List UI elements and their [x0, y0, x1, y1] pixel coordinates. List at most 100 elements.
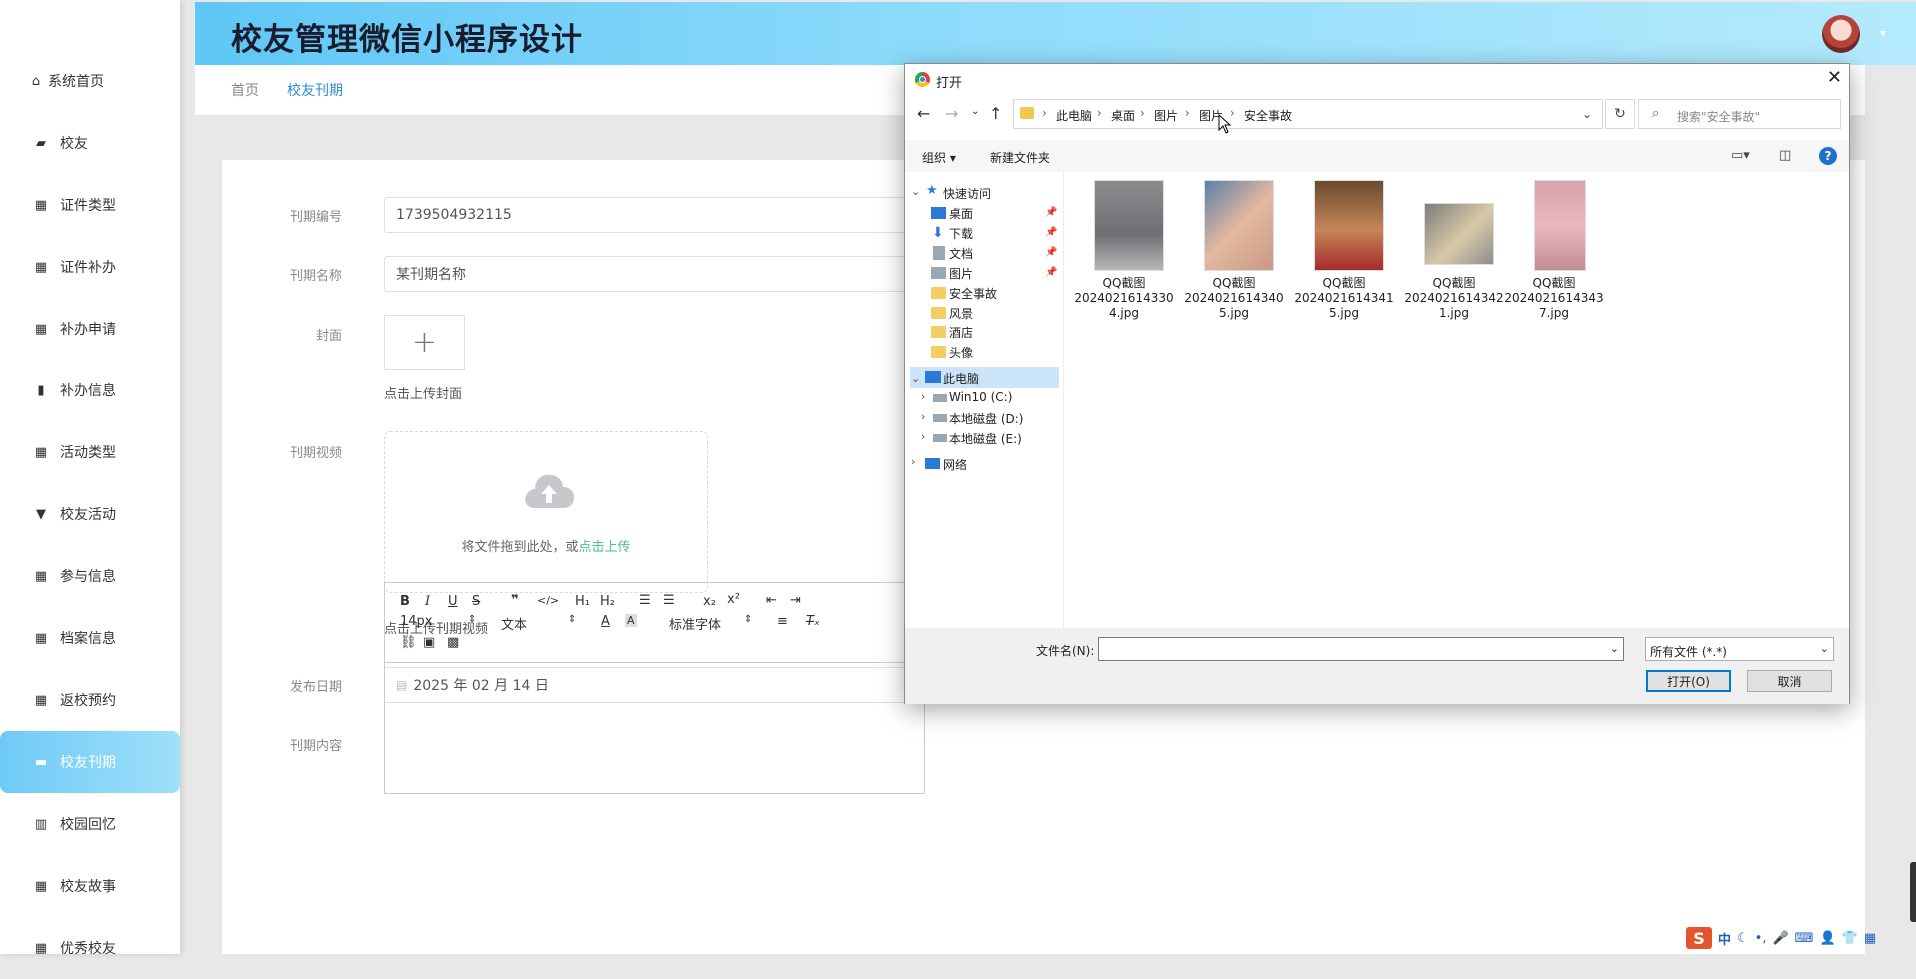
path-segment[interactable]: 桌面	[1111, 107, 1135, 124]
sidebar-item[interactable]: ▰ 校友	[0, 112, 180, 174]
sidebar-item[interactable]: ▼ 校友活动	[0, 483, 180, 545]
path-segment[interactable]: 此电脑	[1056, 107, 1092, 124]
cancel-button[interactable]: 取消	[1747, 670, 1832, 692]
file-item[interactable]	[1309, 180, 1384, 272]
file-name[interactable]: QQ截图 2024021614343 7.jpg	[1504, 276, 1604, 321]
text-type-caret-icon[interactable]: ⇕	[568, 614, 576, 625]
chevron-down-icon[interactable]: ⌄	[1610, 642, 1619, 655]
sidebar-item[interactable]: ▬ 校友刊期	[0, 731, 180, 793]
h1-icon[interactable]: H₁	[575, 594, 590, 609]
clear-format-icon[interactable]: T̶ₓ	[806, 614, 820, 629]
video-icon[interactable]: ▩	[447, 635, 459, 650]
link-icon[interactable]: ⛓	[400, 635, 417, 650]
skin-icon[interactable]: 👕	[1842, 931, 1858, 946]
underline-icon[interactable]: U	[448, 594, 458, 609]
forward-arrow-icon[interactable]: →	[945, 104, 958, 123]
ordered-list-icon[interactable]: ☰	[639, 593, 651, 608]
tree-drive[interactable]: 本地磁盘 (D:)	[949, 410, 1023, 427]
preview-pane-icon[interactable]: ◫	[1779, 148, 1791, 163]
tree-drive[interactable]: 本地磁盘 (E:)	[949, 430, 1022, 447]
sidebar-item[interactable]: ▦ 参与信息	[0, 545, 180, 607]
file-item[interactable]	[1199, 180, 1274, 272]
indent-icon[interactable]: ⇥	[790, 593, 801, 608]
file-name[interactable]: QQ截图 2024021614341 5.jpg	[1294, 276, 1394, 321]
tree-item[interactable]: 桌面	[949, 205, 973, 222]
text-type-select[interactable]: 文本	[501, 614, 527, 633]
click-upload-link[interactable]: 点击上传	[579, 540, 631, 555]
open-button[interactable]: 打开(O)	[1646, 670, 1731, 692]
help-icon[interactable]: ?	[1819, 147, 1837, 165]
video-dropzone[interactable]: 将文件拖到此处，或点击上传	[384, 431, 708, 593]
apps-icon[interactable]: ▦	[1864, 931, 1876, 946]
bold-icon[interactable]: B	[400, 594, 410, 609]
up-arrow-icon[interactable]: ↑	[989, 104, 1002, 123]
sidebar-item[interactable]: ▦ 活动类型	[0, 421, 180, 483]
user-avatar[interactable]	[1822, 15, 1860, 53]
breadcrumb-home[interactable]: 首页	[231, 80, 259, 100]
superscript-icon[interactable]: x²	[727, 592, 740, 607]
subscript-icon[interactable]: x₂	[703, 594, 716, 609]
quote-icon[interactable]: ❞	[511, 593, 519, 608]
strike-icon[interactable]: S	[472, 594, 480, 609]
sidebar-item[interactable]: ⌂ 系统首页	[0, 50, 180, 112]
h2-icon[interactable]: H₂	[600, 594, 615, 609]
file-item[interactable]	[1419, 203, 1494, 265]
filetype-select[interactable]: 所有文件 (*.*) ⌄	[1645, 637, 1834, 661]
recent-chevron-icon[interactable]: ⌄	[971, 106, 979, 117]
tree-item[interactable]: 风景	[949, 305, 973, 322]
sidebar-item[interactable]: ▦ 证件补办	[0, 236, 180, 298]
refresh-icon[interactable]: ↻	[1605, 99, 1635, 129]
microphone-icon[interactable]: 🎤	[1772, 931, 1788, 946]
sidebar-item[interactable]: ▦ 档案信息	[0, 607, 180, 669]
tree-item[interactable]: 图片	[949, 265, 973, 282]
image-icon[interactable]: ▣	[423, 635, 435, 650]
file-name[interactable]: QQ截图 2024021614330 4.jpg	[1074, 276, 1174, 321]
tree-item[interactable]: 下载	[949, 225, 973, 242]
file-item[interactable]	[1529, 180, 1586, 272]
font-size-caret-icon[interactable]: ⇕	[468, 614, 476, 625]
rich-text-editor[interactable]: B I U S ❞ </> H₁ H₂ ☰ ☰ x₂ x² ⇤ ⇥ 14px ⇕…	[384, 582, 925, 794]
italic-icon[interactable]: I	[425, 594, 430, 609]
ime-mode[interactable]: 中	[1718, 929, 1731, 948]
sidebar-item[interactable]: ▮ 补办信息	[0, 359, 180, 421]
side-handle[interactable]	[1910, 862, 1916, 922]
tree-item[interactable]: 文档	[949, 245, 973, 262]
back-arrow-icon[interactable]: ←	[917, 104, 930, 123]
tree-network[interactable]: 网络	[943, 456, 967, 473]
cover-upload-button[interactable]: +	[384, 315, 465, 370]
punctuation-icon[interactable]: •,	[1755, 931, 1767, 946]
close-icon[interactable]: ✕	[1827, 67, 1842, 88]
bullet-list-icon[interactable]: ☰	[663, 593, 675, 608]
user-icon[interactable]: 👤	[1819, 931, 1835, 946]
background-color-icon[interactable]: A	[625, 614, 637, 627]
tree-this-pc[interactable]: 此电脑	[943, 370, 979, 387]
file-name[interactable]: QQ截图 2024021614340 5.jpg	[1184, 276, 1284, 321]
sidebar-item[interactable]: ▦ 补办申请	[0, 298, 180, 360]
code-icon[interactable]: </>	[537, 594, 559, 607]
font-family-select[interactable]: 标准字体	[669, 614, 721, 633]
expand-chevron-icon[interactable]: ›	[911, 455, 915, 468]
sidebar-item[interactable]: ▦ 校友故事	[0, 855, 180, 917]
expand-chevron-icon[interactable]: ›	[921, 410, 925, 423]
moon-icon[interactable]: ☾	[1737, 931, 1749, 946]
tree-item[interactable]: 安全事故	[949, 285, 997, 302]
sidebar-item[interactable]: ▥ 校园回忆	[0, 793, 180, 855]
expand-chevron-icon[interactable]: ⌄	[911, 372, 920, 385]
path-segment[interactable]: 图片	[1154, 107, 1178, 124]
address-bar[interactable]: › 此电脑 › 桌面 › 图片 › 图片 › 安全事故 ⌄	[1013, 99, 1603, 129]
sidebar-item[interactable]: ▦ 优秀校友	[0, 917, 180, 979]
path-segment[interactable]: 安全事故	[1244, 107, 1292, 124]
font-family-caret-icon[interactable]: ⇕	[744, 614, 752, 625]
outdent-icon[interactable]: ⇤	[766, 593, 777, 608]
keyboard-icon[interactable]: ⌨	[1795, 931, 1814, 946]
align-icon[interactable]: ≡	[777, 614, 788, 629]
sidebar-item[interactable]: ▦ 返校预约	[0, 669, 180, 731]
chevron-down-icon[interactable]: ▾	[1880, 26, 1886, 40]
expand-chevron-icon[interactable]: ›	[921, 430, 925, 443]
font-size-select[interactable]: 14px	[400, 614, 433, 629]
tree-quick-access[interactable]: 快速访问	[943, 185, 991, 202]
tree-item[interactable]: 头像	[949, 344, 973, 361]
new-folder-button[interactable]: 新建文件夹	[990, 149, 1050, 166]
tree-drive[interactable]: Win10 (C:)	[949, 390, 1012, 404]
search-input[interactable]: ⌕ 搜索"安全事故"	[1638, 99, 1841, 129]
